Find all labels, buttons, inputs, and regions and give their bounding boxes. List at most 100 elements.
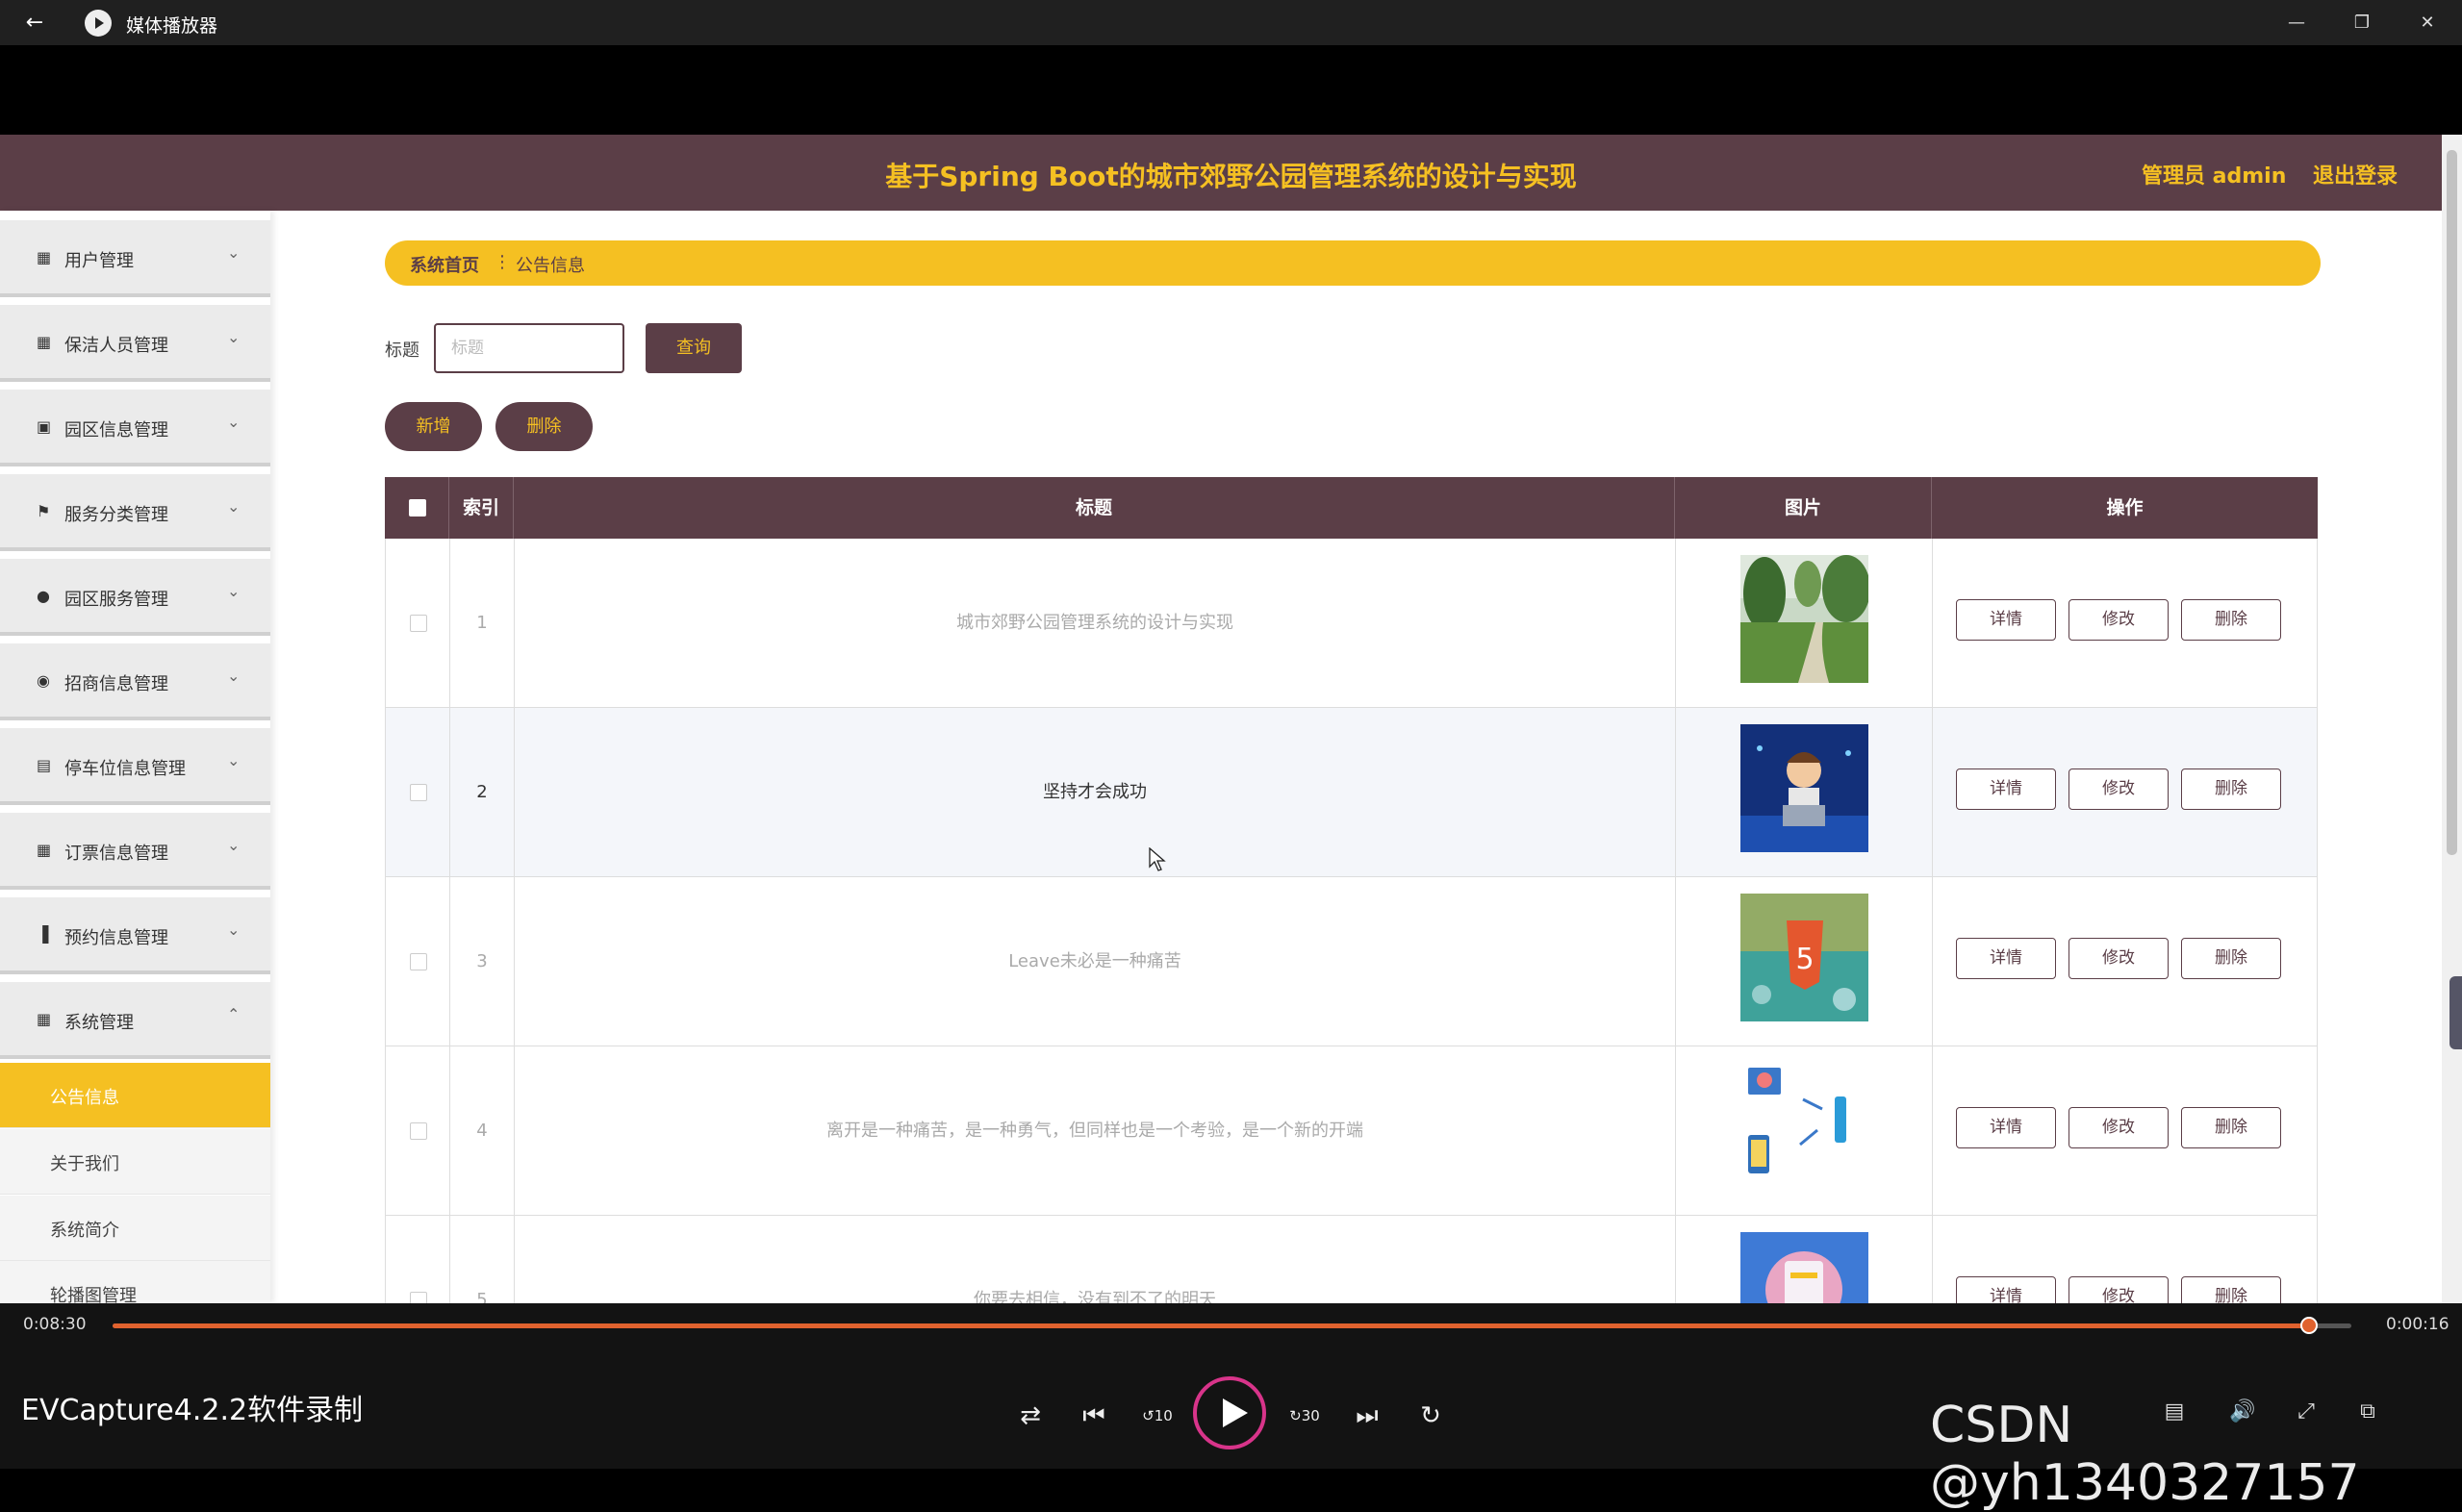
sidebar-subitem-announcements[interactable]: 公告信息 [0,1063,270,1128]
edit-button[interactable]: 修改 [2069,938,2169,979]
delete-button[interactable]: 删除 [2181,1107,2281,1148]
sidebar-item-service-category[interactable]: ⚑ 服务分类管理 ⌄ [0,474,270,551]
grid-icon: ▦ [37,841,52,859]
admin-label: 管理员 admin [2142,164,2287,189]
close-icon[interactable]: ✕ [2408,8,2447,38]
edit-button[interactable]: 修改 [2069,769,2169,810]
delete-button[interactable]: 删除 [2181,938,2281,979]
add-button[interactable]: 新增 [385,402,482,451]
edit-button[interactable]: 修改 [2069,599,2169,641]
title-search-input[interactable] [434,323,624,373]
sidebar-item-ticket-info[interactable]: ▦ 订票信息管理 ⌄ [0,813,270,890]
app-title: 基于Spring Boot的城市郊野公园管理系统的设计与实现 [885,161,1577,192]
next-track-icon[interactable]: ⏭ [1348,1401,1386,1430]
media-player-controls: 0:08:30 0:00:16 EVCapture4.2.2软件录制 ⇄ ⏮ ↺… [0,1303,2462,1512]
row-title: 你要去相信，没有到不了的明天 [515,1216,1676,1303]
devices-image [1740,1063,1868,1191]
skip-back-10-icon[interactable]: ↺10 [1138,1401,1177,1430]
table-row: 1 城市郊野公园管理系统的设计与实现 详情 修改 删除 [385,539,2318,708]
phone-illustration-image [1740,1232,1868,1303]
user-icon: ● [37,587,50,605]
delete-button[interactable]: 删除 [2181,769,2281,810]
logout-link[interactable]: 退出登录 [2313,159,2398,189]
row-checkbox[interactable] [410,1292,427,1303]
header-image: 图片 [1675,477,1932,539]
shuffle-icon[interactable]: ⇄ [1011,1401,1050,1430]
window-title: 媒体播放器 [126,15,218,37]
chevron-up-icon: ⌃ [227,1005,241,1023]
row-checkbox[interactable] [410,784,427,801]
query-button[interactable]: 查询 [646,323,742,373]
scrollbar-thumb[interactable] [2447,150,2457,855]
table-header: 索引 标题 图片 操作 [385,477,2318,539]
mouse-cursor-icon [1149,847,1166,871]
sidebar-item-park-info[interactable]: ▣ 园区信息管理 ⌄ [0,390,270,466]
row-checkbox[interactable] [410,615,427,632]
page-scrollbar[interactable] [2442,135,2462,1303]
row-checkbox[interactable] [410,953,427,970]
header-title: 标题 [514,477,1675,539]
edit-button[interactable]: 修改 [2069,1276,2169,1303]
delete-button[interactable]: 删除 [2181,599,2281,641]
sidebar-subitem-label: 关于我们 [50,1154,119,1174]
sidebar-item-reservation-info[interactable]: ▐ 预约信息管理 ⌄ [0,897,270,974]
chevron-down-icon: ⌄ [227,413,241,431]
sidebar-item-investment-info[interactable]: ◉ 招商信息管理 ⌄ [0,643,270,720]
restore-icon[interactable]: ❐ [2343,8,2381,38]
bar-chart-icon: ▐ [37,925,49,944]
skip-back-label: 10 [1154,1407,1173,1424]
sidebar-item-user-management[interactable]: ▦ 用户管理 ⌄ [0,220,270,297]
breadcrumb-separator: ⋮ [494,252,511,272]
sidebar-item-label: 招商信息管理 [64,674,168,694]
remaining-time: 0:00:16 [2386,1315,2449,1334]
row-title: Leave未必是一种痛苦 [515,877,1676,1046]
detail-button[interactable]: 详情 [1956,1107,2056,1148]
sidebar-item-parking-info[interactable]: ▤ 停车位信息管理 ⌄ [0,728,270,805]
sidebar-subitem-about-us[interactable]: 关于我们 [0,1129,270,1195]
sidebar-item-label: 订票信息管理 [64,844,168,864]
media-player-app-icon [85,10,112,37]
chevron-down-icon: ⌄ [227,243,241,262]
seek-bar-knob[interactable] [2299,1317,2318,1334]
chevron-down-icon: ⌄ [227,836,241,854]
breadcrumb: 系统首页 ⋮ 公告信息 [385,240,2321,286]
breadcrumb-home[interactable]: 系统首页 [410,252,479,277]
briefcase-icon: ▣ [37,417,52,436]
cartoon-coder-image [1740,724,1868,852]
batch-delete-button[interactable]: 删除 [495,402,593,451]
seek-bar[interactable] [113,1317,2351,1334]
sidebar-subitem-carousel[interactable]: 轮播图管理 [0,1261,270,1303]
sidebar: ▦ 用户管理 ⌄ ▦ 保洁人员管理 ⌄ ▣ 园区信息管理 ⌄ ⚑ 服务分类管理 … [0,211,270,1303]
header-operation: 操作 [2106,497,2144,518]
row-title: 坚持才会成功 [515,708,1676,877]
repeat-off-icon[interactable]: ↻ [1411,1401,1450,1430]
edit-button[interactable]: 修改 [2069,1107,2169,1148]
sidebar-subitem-system-intro[interactable]: 系统简介 [0,1196,270,1261]
detail-button[interactable]: 详情 [1956,769,2056,810]
row-index: 2 [450,708,515,877]
delete-button[interactable]: 删除 [2181,1276,2281,1303]
back-arrow-icon[interactable]: ← [19,9,50,38]
grid-icon: ▦ [37,1010,52,1028]
detail-button[interactable]: 详情 [1956,938,2056,979]
chevron-down-icon: ⌄ [227,582,241,600]
sidebar-item-system-management[interactable]: ▦ 系统管理 ⌃ [0,982,270,1059]
row-index: 5 [450,1216,515,1303]
header-index: 索引 [449,477,514,539]
row-checkbox[interactable] [410,1122,427,1140]
minimize-icon[interactable]: — [2277,8,2316,38]
side-panel-handle[interactable] [2449,976,2462,1049]
skip-forward-30-icon[interactable]: ↻30 [1285,1401,1324,1430]
park-path-image [1740,555,1868,683]
detail-button[interactable]: 详情 [1956,1276,2056,1303]
play-button[interactable] [1193,1376,1266,1449]
row-title: 离开是一种痛苦，是一种勇气，但同样也是一个考验，是一个新的开端 [515,1046,1676,1216]
detail-button[interactable]: 详情 [1956,599,2056,641]
table-row: 3 Leave未必是一种痛苦 5 详情 修改 删除 [385,877,2318,1046]
sidebar-item-park-service[interactable]: ● 园区服务管理 ⌄ [0,559,270,636]
previous-track-icon[interactable]: ⏮ [1075,1401,1113,1430]
csdn-watermark: CSDN @yh1340327157 [1930,1397,2360,1512]
sidebar-item-cleaner-management[interactable]: ▦ 保洁人员管理 ⌄ [0,305,270,382]
sidebar-item-label: 预约信息管理 [64,928,168,948]
select-all-checkbox[interactable] [409,499,426,517]
